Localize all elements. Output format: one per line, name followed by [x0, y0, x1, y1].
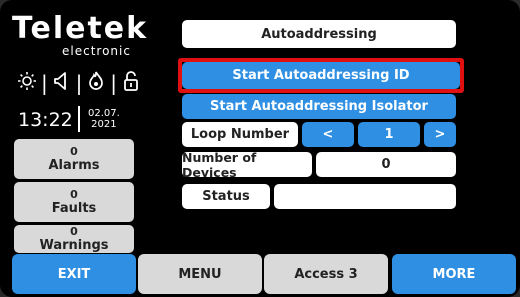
page-title: Autoaddressing [182, 20, 456, 48]
icon-separator: | [40, 71, 48, 95]
date-day-month: 02.07. [88, 108, 120, 119]
date-year: 2021 [91, 119, 117, 130]
status-label: Status [182, 184, 270, 209]
menu-button[interactable]: MENU [138, 254, 262, 294]
access-level-button[interactable]: Access 3 [264, 254, 388, 294]
warnings-button[interactable]: 0 Warnings [14, 225, 134, 253]
alarms-label: Alarms [48, 158, 100, 173]
fire-icon [85, 71, 107, 96]
status-icons-row: | | | [16, 70, 142, 96]
number-of-devices-label: Number of Devices [182, 150, 312, 180]
unlock-icon [120, 70, 142, 96]
clock-time: 13:22 [18, 109, 73, 131]
warnings-label: Warnings [39, 238, 109, 253]
faults-button[interactable]: 0 Faults [14, 182, 134, 222]
alarms-count: 0 [70, 145, 78, 158]
chevron-right-icon: > [434, 127, 446, 142]
start-autoaddressing-isolator-button[interactable]: Start Autoaddressing Isolator [182, 94, 456, 119]
loop-number-value: 1 [358, 122, 420, 147]
exit-button[interactable]: EXIT [12, 254, 136, 294]
more-button[interactable]: MORE [392, 254, 516, 294]
loop-number-label: Loop Number [182, 122, 298, 147]
selection-highlight [178, 58, 464, 93]
icon-separator: | [75, 71, 83, 95]
chevron-left-icon: < [322, 127, 334, 142]
clock-divider [78, 106, 80, 132]
loop-next-button[interactable]: > [424, 122, 456, 147]
brand-subtitle: electronic [62, 44, 131, 58]
clock-date: 02.07. 2021 [88, 108, 120, 130]
loop-prev-button[interactable]: < [302, 122, 354, 147]
icon-separator: | [110, 71, 118, 95]
faults-count: 0 [70, 188, 78, 201]
speaker-icon [51, 71, 73, 96]
warnings-count: 0 [70, 225, 78, 238]
status-value [274, 184, 456, 209]
panel-screen: Teletek electronic | | | 13:22 02.07. 20… [0, 0, 520, 297]
alarms-button[interactable]: 0 Alarms [14, 139, 134, 179]
number-of-devices-value: 0 [316, 152, 456, 177]
faults-label: Faults [51, 201, 97, 216]
sun-icon [16, 71, 38, 96]
brand-logo: Teletek [12, 11, 149, 46]
